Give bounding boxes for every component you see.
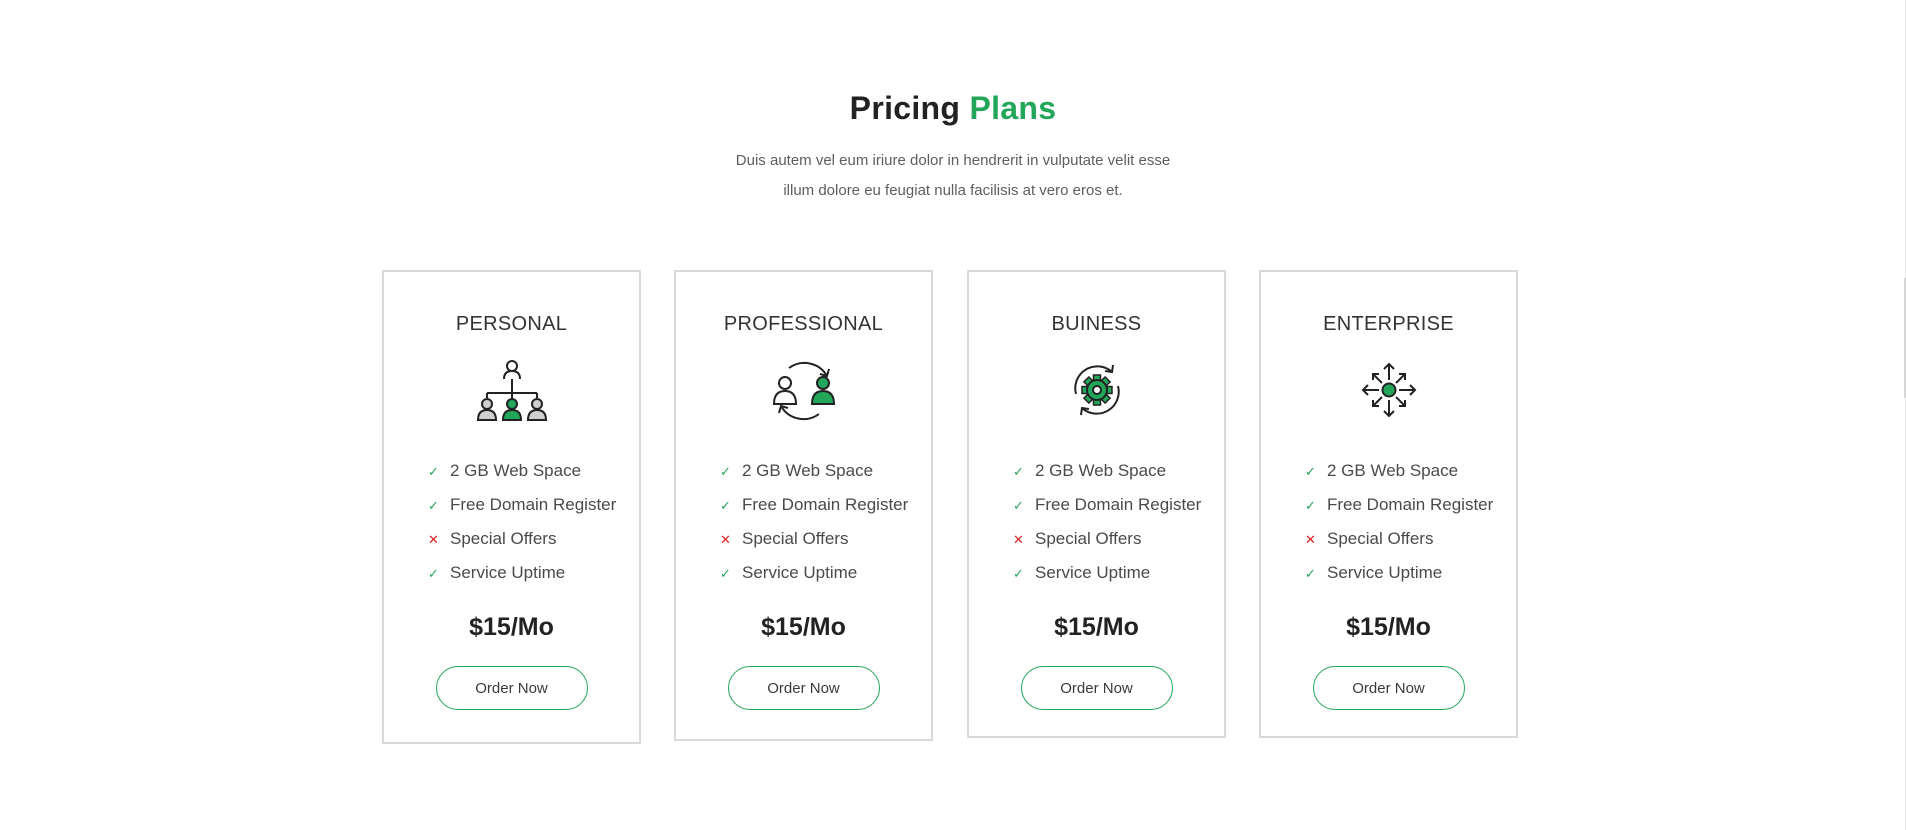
plan-price: $15/Mo — [761, 613, 846, 641]
cross-icon: ✕ — [1013, 532, 1024, 547]
plan-price: $15/Mo — [1054, 613, 1139, 641]
check-icon: ✓ — [428, 464, 439, 479]
check-icon: ✓ — [720, 498, 731, 513]
feature-item: ✓ 2 GB Web Space — [1305, 454, 1516, 488]
feature-label: Special Offers — [1327, 529, 1434, 548]
feature-label: Free Domain Register — [1327, 495, 1494, 514]
feature-item: ✓ 2 GB Web Space — [428, 454, 639, 488]
plan-price: $15/Mo — [469, 613, 554, 641]
cross-icon: ✕ — [1305, 532, 1316, 547]
check-icon: ✓ — [1013, 464, 1024, 479]
feature-item: ✓ Free Domain Register — [1013, 488, 1224, 522]
feature-list: ✓ 2 GB Web Space ✓ Free Domain Register ✕ S… — [384, 454, 639, 590]
order-now-button[interactable]: Order Now — [435, 666, 588, 710]
order-now-button[interactable]: Order Now — [727, 666, 880, 710]
section-title-main: Pricing — [849, 90, 961, 126]
feature-label: Special Offers — [742, 529, 849, 548]
subtitle-line-1: Duis autem vel eum iriure dolor in hendr… — [735, 152, 1171, 169]
order-now-button[interactable]: Order Now — [1312, 666, 1465, 710]
feature-label: Service Uptime — [742, 563, 858, 582]
check-icon: ✓ — [720, 566, 731, 581]
check-icon: ✓ — [1305, 566, 1316, 581]
feature-label: 2 GB Web Space — [742, 461, 874, 480]
user-exchange-icon — [772, 361, 835, 421]
plan-title: BUINESS — [1051, 313, 1142, 335]
feature-label: Free Domain Register — [450, 495, 617, 514]
feature-item: ✕ Special Offers — [1305, 522, 1516, 556]
plan-card-professional: PROFESSIONAL ✓ 2 GB Web Space ✓ Free Domai… — [674, 270, 933, 741]
feature-label: Special Offers — [1035, 529, 1142, 548]
check-icon: ✓ — [720, 464, 731, 479]
feature-list: ✓ 2 GB Web Space ✓ Free Domain Register ✕ S… — [969, 454, 1224, 590]
feature-item: ✕ Special Offers — [1013, 522, 1224, 556]
plan-title: PROFESSIONAL — [723, 313, 884, 335]
check-icon: ✓ — [1305, 498, 1316, 513]
feature-item: ✓ Service Uptime — [1305, 556, 1516, 590]
cross-icon: ✕ — [428, 532, 439, 547]
feature-item: ✓ Free Domain Register — [428, 488, 639, 522]
feature-item: ✕ Special Offers — [720, 522, 931, 556]
order-now-button[interactable]: Order Now — [1020, 666, 1173, 710]
feature-item: ✓ 2 GB Web Space — [1013, 454, 1224, 488]
feature-item: ✓ Free Domain Register — [720, 488, 931, 522]
organization-hierarchy-icon — [476, 360, 547, 421]
feature-item: ✓ Service Uptime — [720, 556, 931, 590]
check-icon: ✓ — [1013, 566, 1024, 581]
plan-price: $15/Mo — [1346, 613, 1431, 641]
pricing-header: Pricing Plans Duis autem vel eum iriure … — [0, 84, 1906, 206]
feature-label: Service Uptime — [1035, 563, 1151, 582]
feature-item: ✓ Service Uptime — [428, 556, 639, 590]
gear-sync-icon — [1073, 364, 1120, 416]
plan-card-business: BUINESS ✓ 2 GB Web Space ✓ Free Domain Reg… — [967, 270, 1226, 738]
feature-label: 2 GB Web Space — [1035, 461, 1167, 480]
plan-title: PERSONAL — [455, 313, 568, 335]
subtitle-line-2: illum dolore eu feugiat nulla facilisis … — [783, 182, 1123, 199]
feature-item: ✓ 2 GB Web Space — [720, 454, 931, 488]
section-subtitle: Duis autem vel eum iriure dolor in hendr… — [713, 146, 1193, 206]
feature-list: ✓ 2 GB Web Space ✓ Free Domain Register ✕ S… — [1261, 454, 1516, 590]
plan-title: ENTERPRISE — [1323, 313, 1454, 335]
section-title: Pricing Plans — [0, 84, 1906, 132]
feature-list: ✓ 2 GB Web Space ✓ Free Domain Register ✕ S… — [676, 454, 931, 590]
feature-label: 2 GB Web Space — [450, 461, 582, 480]
feature-label: 2 GB Web Space — [1327, 461, 1459, 480]
feature-label: Service Uptime — [1327, 563, 1443, 582]
feature-label: Free Domain Register — [1035, 495, 1202, 514]
section-title-accent: Plans — [969, 90, 1057, 126]
feature-item: ✕ Special Offers — [428, 522, 639, 556]
feature-label: Special Offers — [450, 529, 557, 548]
check-icon: ✓ — [428, 498, 439, 513]
feature-item: ✓ Service Uptime — [1013, 556, 1224, 590]
plan-card-personal: PERSONAL ✓ 2 GB Web Space ✓ Free Domain Re… — [382, 270, 641, 744]
check-icon: ✓ — [1013, 498, 1024, 513]
feature-item: ✓ Free Domain Register — [1305, 488, 1516, 522]
check-icon: ✓ — [428, 566, 439, 581]
check-icon: ✓ — [1305, 464, 1316, 479]
feature-label: Free Domain Register — [742, 495, 909, 514]
plan-card-enterprise: ENTERPRISE ✓ 2 GB Web Space ✓ Free Domain … — [1259, 270, 1518, 738]
feature-label: Service Uptime — [450, 563, 566, 582]
cross-icon: ✕ — [720, 532, 731, 547]
expand-arrows-icon — [1361, 362, 1416, 418]
